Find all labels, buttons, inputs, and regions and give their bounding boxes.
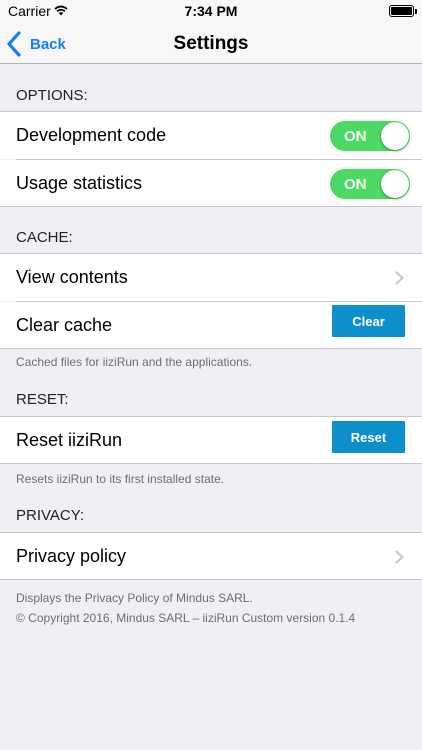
chevron-right-icon xyxy=(395,549,404,564)
setting-label: Privacy policy xyxy=(16,546,127,566)
battery-icon xyxy=(389,5,417,17)
section-header-privacy: PRIVACY: xyxy=(16,507,85,524)
page-title: Settings xyxy=(173,33,249,54)
usage-statistics-toggle[interactable]: ON xyxy=(330,168,410,199)
setting-label: Usage statistics xyxy=(16,173,143,193)
setting-label: View contents xyxy=(16,267,128,287)
clock-time: 7:34 PM xyxy=(184,3,238,19)
setting-label: Clear cache xyxy=(16,315,113,335)
reset-footer-note: Resets iiziRun to its first installed st… xyxy=(16,472,225,486)
section-header-reset: RESET: xyxy=(16,391,69,408)
section-header-cache: CACHE: xyxy=(16,229,73,246)
battery-fill xyxy=(391,7,412,15)
development-code-toggle[interactable]: ON xyxy=(330,120,410,151)
setting-view-contents[interactable]: View contents xyxy=(0,254,422,301)
setting-label: Reset iiziRun xyxy=(16,430,123,450)
setting-privacy-policy[interactable]: Privacy policy xyxy=(0,533,422,580)
section-header-options: OPTIONS: xyxy=(16,87,88,104)
setting-clear-cache: Clear cache Clear xyxy=(0,302,422,349)
setting-label: Development code xyxy=(16,125,167,145)
toggle-knob xyxy=(381,121,409,150)
toggle-state-label: ON xyxy=(344,127,367,145)
reset-button[interactable]: Reset xyxy=(332,421,405,453)
toggle-state-label: ON xyxy=(344,175,367,193)
divider xyxy=(0,579,422,580)
privacy-footer-note: Displays the Privacy Policy of Mindus SA… xyxy=(16,591,253,605)
divider xyxy=(0,206,422,207)
setting-development-code: Development code ON xyxy=(0,112,422,159)
chevron-right-icon xyxy=(395,270,404,285)
clear-cache-button[interactable]: Clear xyxy=(332,305,405,337)
toggle-knob xyxy=(381,169,409,198)
divider xyxy=(0,348,422,349)
copyright-note: © Copyright 2016, Mindus SARL – iiziRun … xyxy=(16,611,356,625)
setting-reset-iizirun: Reset iiziRun Reset xyxy=(0,417,422,464)
navigation-bar: Back Settings xyxy=(0,22,422,64)
cache-footer-note: Cached files for iiziRun and the applica… xyxy=(16,355,253,369)
status-bar: Carrier 7:34 PM xyxy=(0,0,422,22)
divider xyxy=(0,463,422,464)
setting-usage-statistics: Usage statistics ON xyxy=(0,160,422,207)
